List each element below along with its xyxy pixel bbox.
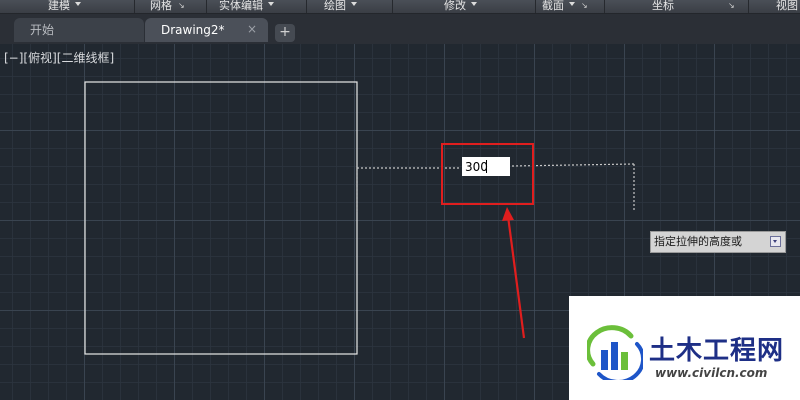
chevron-down-icon: [75, 2, 81, 6]
tab-label: 开始: [30, 23, 55, 37]
ribbon-panel-view[interactable]: 视图: [776, 0, 798, 13]
ribbon-divider: [535, 0, 536, 13]
annotation-arrow: [506, 215, 526, 339]
ribbon-panel-label: 绘图: [324, 0, 346, 12]
ribbon-panel-titles: 建模 网格 ↘ 实体编辑 绘图 修改 截面 ↘ 坐标 ↘ 视图: [0, 0, 800, 14]
watermark-title: 土木工程网: [649, 336, 785, 366]
ribbon-divider: [604, 0, 605, 13]
ribbon-divider: [748, 0, 749, 13]
ribbon-panel-label: 建模: [48, 0, 70, 12]
ribbon-divider: [392, 0, 393, 13]
civilcn-logo-icon: [587, 325, 643, 380]
chevron-down-icon: [569, 2, 575, 6]
watermark-url: www.civilcn.com: [655, 366, 768, 380]
tracking-line-right: [511, 163, 635, 167]
ribbon-divider: [134, 0, 135, 13]
command-prompt-tooltip[interactable]: 指定拉伸的高度或: [650, 231, 786, 253]
watermark: 土木工程网 www.civilcn.com: [569, 296, 800, 400]
ribbon-panel-label: 实体编辑: [219, 0, 263, 12]
ribbon-panel-modeling[interactable]: 建模: [48, 0, 81, 13]
dialog-launcher-icon[interactable]: ↘: [178, 0, 185, 11]
chevron-down-icon: [471, 2, 477, 6]
ribbon-panel-label: 修改: [444, 0, 466, 12]
file-tab-bar: 开始 Drawing2* × +: [0, 14, 800, 45]
annotation-arrow-head: [502, 207, 514, 221]
rectangle-profile: [84, 81, 358, 355]
prompt-text: 指定拉伸的高度或: [654, 235, 742, 248]
ribbon-panel-solid-editing[interactable]: 实体编辑: [219, 0, 274, 13]
ribbon-panel-coordinates[interactable]: 坐标 ↘: [652, 0, 735, 13]
chevron-down-icon: [268, 2, 274, 6]
ribbon-divider: [206, 0, 207, 13]
ribbon-panel-label: 截面: [542, 0, 564, 12]
ribbon-panel-modify[interactable]: 修改: [444, 0, 477, 13]
ribbon-panel-label: 视图: [776, 0, 798, 12]
ribbon-panel-mesh[interactable]: 网格 ↘: [150, 0, 185, 13]
ribbon-divider: [306, 0, 307, 13]
ribbon-panel-draw[interactable]: 绘图: [324, 0, 357, 13]
text-cursor: [486, 160, 487, 173]
close-icon[interactable]: ×: [246, 23, 258, 35]
new-tab-button[interactable]: +: [275, 24, 295, 42]
ribbon-panel-label: 网格: [150, 0, 172, 12]
tab-start[interactable]: 开始: [14, 18, 144, 42]
ribbon-panel-label: 坐标: [652, 0, 674, 12]
chevron-down-icon: [351, 2, 357, 6]
cad-application: 建模 网格 ↘ 实体编辑 绘图 修改 截面 ↘ 坐标 ↘ 视图 开始 Drawi…: [0, 0, 800, 400]
tab-label: Drawing2*: [161, 23, 225, 37]
ribbon-panel-section[interactable]: 截面 ↘: [542, 0, 588, 13]
dialog-launcher-icon[interactable]: ↘: [728, 0, 735, 11]
dialog-launcher-icon[interactable]: ↘: [581, 0, 588, 11]
viewport-controls[interactable]: [−][俯视][二维线框]: [4, 49, 114, 66]
dropdown-arrow-icon[interactable]: [770, 236, 781, 247]
